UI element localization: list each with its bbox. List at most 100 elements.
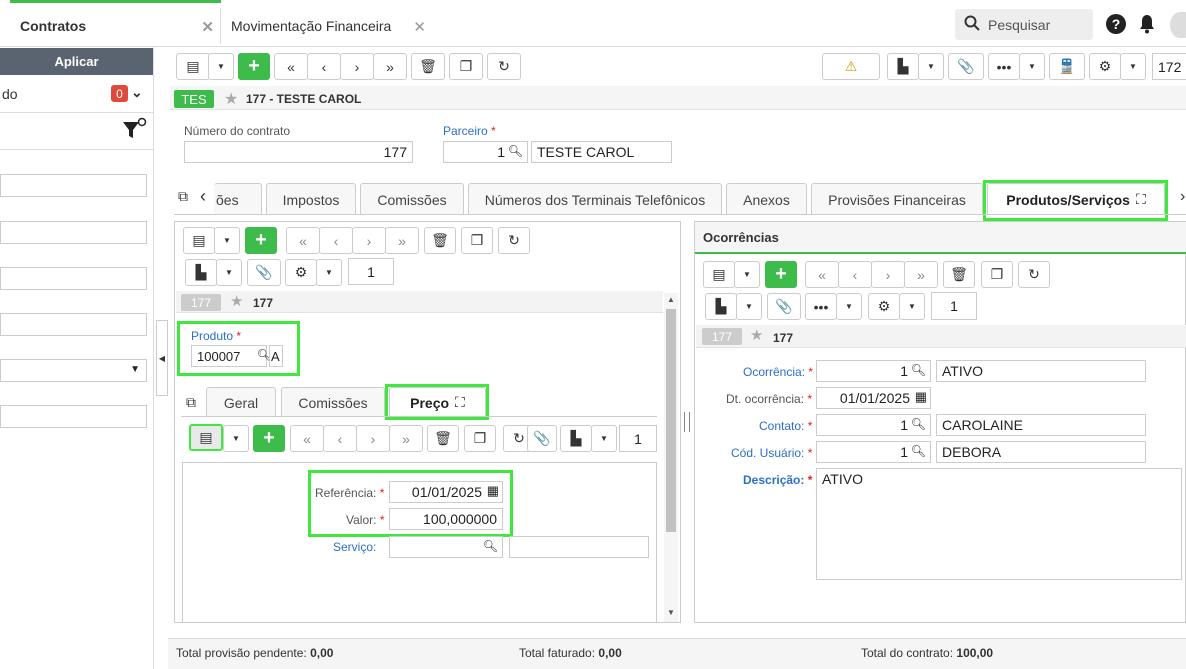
close-icon[interactable]: ✕: [413, 18, 426, 36]
contato-code-field[interactable]: 1 🔍︎: [816, 414, 931, 436]
warning-button[interactable]: ⚠: [822, 53, 880, 80]
preco-next-button[interactable]: ›: [356, 425, 390, 452]
usuario-code-field[interactable]: 1 🔍︎: [816, 441, 931, 463]
filter-field-4[interactable]: [0, 313, 147, 336]
search-icon[interactable]: 🔍︎: [911, 444, 926, 458]
products-attachment-button[interactable]: 📎: [247, 259, 281, 286]
collapse-panel-handle[interactable]: ◀: [156, 320, 168, 396]
delete-button[interactable]: 🗑: [411, 53, 445, 80]
tab-terminais[interactable]: Números dos Terminais Telefônicos: [468, 183, 722, 215]
record-number-field[interactable]: 172: [1152, 53, 1186, 80]
refresh-button[interactable]: ↻: [487, 53, 521, 80]
ocorrencias-settings-button[interactable]: ⚙: [868, 293, 900, 320]
ocorrencias-more-button[interactable]: •••: [805, 293, 837, 320]
filter-field-1[interactable]: [0, 174, 147, 197]
products-settings-dropdown[interactable]: ▼: [316, 259, 342, 286]
search-box[interactable]: Pesquisar: [955, 9, 1093, 40]
dt-ocorrencia-field[interactable]: 01/01/2025 ▦: [816, 387, 931, 409]
products-grid-dropdown[interactable]: ▼: [214, 227, 240, 254]
first-record-button[interactable]: «: [274, 53, 308, 80]
ocorrencias-grid-dropdown[interactable]: ▼: [734, 261, 760, 288]
grid-view-dropdown[interactable]: ▼: [208, 53, 234, 80]
document-button[interactable]: ▙: [887, 53, 919, 80]
subtab-comissoes[interactable]: Comissões: [281, 387, 385, 417]
prev-record-button[interactable]: ‹: [307, 53, 341, 80]
tab-obrigacoes[interactable]: ões: [214, 183, 262, 215]
grid-view-button[interactable]: ▤: [176, 53, 210, 80]
preco-attachment-button[interactable]: 📎: [527, 425, 557, 452]
scrollbar-thumb[interactable]: [666, 309, 676, 532]
tab-provisoes[interactable]: Provisões Financeiras: [811, 183, 983, 215]
products-delete-button[interactable]: 🗑: [424, 227, 456, 254]
products-copy-button[interactable]: ❐: [461, 227, 493, 254]
filter-field-2[interactable]: [0, 221, 147, 244]
search-icon[interactable]: 🔍︎: [483, 539, 498, 553]
products-grid-button[interactable]: ▤: [183, 227, 215, 254]
ocorrencias-settings-dropdown[interactable]: ▼: [899, 293, 925, 320]
scroll-up-icon[interactable]: ▲: [667, 295, 675, 304]
ocorrencias-copy-button[interactable]: ❐: [981, 261, 1013, 288]
copy-button[interactable]: ❐: [449, 53, 483, 80]
contract-number-field[interactable]: 177: [184, 141, 413, 163]
filter-row[interactable]: do 0 ⌄: [0, 82, 153, 106]
chevron-down-icon[interactable]: ⌄: [131, 84, 143, 101]
products-page-field[interactable]: 1: [348, 258, 394, 285]
filter-icon[interactable]: [122, 117, 148, 146]
preco-add-button[interactable]: +: [253, 425, 285, 452]
ocorrencias-last-button[interactable]: »: [904, 261, 938, 288]
ocorrencias-prev-button[interactable]: ‹: [838, 261, 872, 288]
close-icon[interactable]: ✕: [201, 18, 214, 36]
partner-code-field[interactable]: 1 🔍︎: [443, 141, 528, 163]
preco-first-button[interactable]: «: [290, 425, 324, 452]
chevron-left-icon[interactable]: ‹: [200, 186, 206, 207]
train-button[interactable]: 🚆: [1049, 53, 1085, 80]
tab-comissoes[interactable]: Comissões: [360, 183, 464, 215]
search-icon[interactable]: 🔍︎: [911, 363, 926, 377]
products-document-button[interactable]: ▙: [185, 259, 217, 286]
search-icon[interactable]: 🔍︎: [911, 417, 926, 431]
ocorrencias-refresh-button[interactable]: ↻: [1018, 261, 1050, 288]
ocorrencias-page-field[interactable]: 1: [931, 292, 977, 320]
servico-code-field[interactable]: 🔍︎: [389, 536, 503, 558]
ocorrencias-next-button[interactable]: ›: [871, 261, 905, 288]
preco-document-dropdown[interactable]: ▼: [591, 425, 617, 452]
tab-contratos[interactable]: Contratos ✕: [10, 8, 221, 44]
preco-page-field[interactable]: 1: [619, 425, 657, 452]
star-icon[interactable]: ★: [750, 326, 763, 344]
products-last-button[interactable]: »: [385, 227, 419, 254]
calendar-icon[interactable]: ▦: [915, 389, 927, 405]
preco-grid-button[interactable]: ▤: [189, 424, 223, 451]
ocorrencias-grid-button[interactable]: ▤: [703, 261, 735, 288]
attachment-button[interactable]: 📎: [948, 53, 984, 80]
products-document-dropdown[interactable]: ▼: [216, 259, 242, 286]
preco-document-button[interactable]: ▙: [560, 425, 592, 452]
products-first-button[interactable]: «: [286, 227, 320, 254]
tab-movimentacao[interactable]: Movimentação Financeira ✕: [221, 8, 432, 44]
filter-select[interactable]: ▼: [0, 359, 147, 382]
more-button[interactable]: •••: [988, 53, 1020, 80]
tab-anexos[interactable]: Anexos: [726, 183, 807, 215]
bell-icon[interactable]: [1138, 14, 1156, 37]
star-icon[interactable]: ★: [224, 89, 238, 109]
preco-last-button[interactable]: »: [389, 425, 423, 452]
descricao-textarea[interactable]: ATIVO: [816, 468, 1182, 580]
scroll-down-icon[interactable]: ▼: [667, 608, 675, 617]
settings-button[interactable]: ⚙: [1089, 53, 1121, 80]
next-record-button[interactable]: ›: [340, 53, 374, 80]
ocorrencias-add-button[interactable]: +: [765, 261, 797, 288]
copy-tabs-icon[interactable]: ⧉: [178, 188, 188, 205]
products-settings-button[interactable]: ⚙: [285, 259, 317, 286]
more-dropdown[interactable]: ▼: [1019, 53, 1045, 80]
preco-grid-dropdown[interactable]: ▼: [223, 425, 249, 452]
filter-field-3[interactable]: [0, 267, 147, 290]
ocorrencias-more-dropdown[interactable]: ▼: [836, 293, 862, 320]
preco-copy-button[interactable]: ❐: [464, 425, 496, 452]
copy-subtabs-icon[interactable]: ⧉: [186, 394, 196, 411]
filter-field-5[interactable]: [0, 405, 147, 428]
ocorrencias-first-button[interactable]: «: [805, 261, 839, 288]
ocorrencias-document-dropdown[interactable]: ▼: [736, 293, 762, 320]
preco-delete-button[interactable]: 🗑: [427, 425, 459, 452]
apply-button[interactable]: Aplicar: [0, 48, 153, 75]
ocorrencias-attachment-button[interactable]: 📎: [767, 293, 801, 320]
avatar[interactable]: [1170, 12, 1186, 38]
